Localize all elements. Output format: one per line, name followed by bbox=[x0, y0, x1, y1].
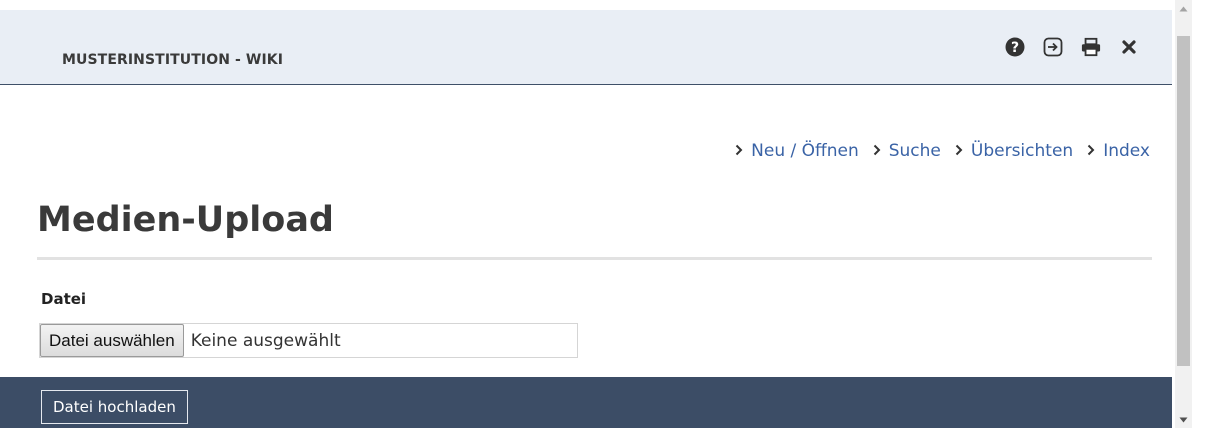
title-divider bbox=[37, 257, 1152, 260]
nav-link-label: Index bbox=[1103, 141, 1150, 161]
scroll-down-arrow-icon[interactable] bbox=[1175, 411, 1192, 428]
nav-link-overviews[interactable]: Übersichten bbox=[955, 141, 1073, 161]
app-header: MUSTERINSTITUTION - WIKI ? bbox=[0, 10, 1172, 85]
site-title: MUSTERINSTITUTION - WIKI bbox=[62, 52, 284, 68]
choose-file-button[interactable]: Datei auswählen bbox=[40, 324, 184, 357]
chevron-right-icon bbox=[735, 141, 743, 161]
chevron-right-icon bbox=[1087, 141, 1095, 161]
chevron-right-icon bbox=[955, 141, 963, 161]
nav-link-search[interactable]: Suche bbox=[873, 141, 941, 161]
file-status-text: Keine ausgewählt bbox=[190, 330, 341, 351]
help-icon[interactable]: ? bbox=[1005, 36, 1025, 58]
vertical-scrollbar[interactable] bbox=[1175, 0, 1192, 428]
print-icon[interactable] bbox=[1081, 36, 1101, 58]
header-toolbar: ? bbox=[1005, 36, 1139, 58]
nav-link-index[interactable]: Index bbox=[1087, 141, 1150, 161]
nav-link-label: Suche bbox=[888, 141, 941, 161]
login-icon[interactable] bbox=[1043, 36, 1063, 58]
nav-link-label: Übersichten bbox=[970, 141, 1074, 161]
nav-link-label: Neu / Öffnen bbox=[751, 141, 859, 161]
chevron-right-icon bbox=[873, 141, 881, 161]
scroll-up-arrow-icon[interactable] bbox=[1175, 0, 1192, 17]
close-icon[interactable] bbox=[1119, 36, 1139, 58]
nav-link-new-open[interactable]: Neu / Öffnen bbox=[735, 141, 859, 161]
top-nav: Neu / Öffnen Suche Übersichten Index bbox=[721, 141, 1150, 161]
page-title: Medien-Upload bbox=[37, 200, 334, 240]
file-field-label: Datei bbox=[41, 290, 87, 308]
file-input[interactable]: Datei auswählen Keine ausgewählt bbox=[39, 323, 578, 358]
svg-text:?: ? bbox=[1011, 40, 1019, 56]
upload-file-button[interactable]: Datei hochladen bbox=[41, 390, 188, 424]
scrollbar-thumb[interactable] bbox=[1177, 36, 1190, 366]
